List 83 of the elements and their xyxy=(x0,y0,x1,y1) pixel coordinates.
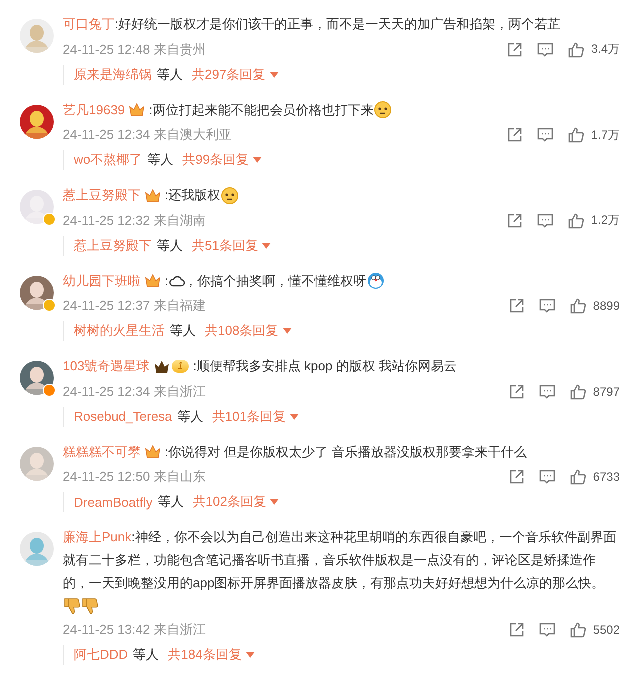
reply-others-text: 等人 xyxy=(157,236,183,255)
caret-icon xyxy=(253,157,262,164)
thumbs-up-icon[interactable] xyxy=(570,384,588,400)
user-name[interactable]: 103號奇遇星球 xyxy=(63,358,150,374)
share-icon[interactable] xyxy=(507,42,524,58)
reply-others-text: 等人 xyxy=(170,322,196,340)
crown-badge-icon xyxy=(129,103,146,118)
reply-count-link[interactable]: 共297条回复 xyxy=(192,66,279,84)
caret-icon xyxy=(262,242,272,249)
caret-icon xyxy=(246,652,255,658)
crown-badge-icon xyxy=(145,274,161,288)
user-name[interactable]: 廉海上Punk xyxy=(63,530,132,545)
user-name[interactable]: 艺凡19639 xyxy=(63,102,126,118)
user-name[interactable]: 可口兔丁 xyxy=(63,16,115,32)
comment-text: 廉海上Punk:神经，你不会以为自己创造出来这种花里胡哨的东西很自豪吧，一个音乐软件副界面就有二十多栏，功能包含笔记播客听书直播，音乐软件版权是一点没有的，评论区是矫揉造作的，一天到晚整没用的app图标开屏界面播放器皮肤，有那点功夫好好想想为什么凉的那么快。 xyxy=(63,526,620,616)
comment-text: 可口兔丁:好好统一版权才是你们该干的正事，而不是一天天的加广告和掐架，两个若芷 xyxy=(63,16,562,34)
thumbs-up-icon[interactable] xyxy=(570,622,588,638)
comment-time: 24-11-25 12:37 来自福建 xyxy=(63,297,207,316)
like-count: 1.2万 xyxy=(591,212,620,230)
comment-text: 幼儿园下班啦 : ，你搞个抽奖啊，懂不懂维权呀 xyxy=(63,270,620,292)
reply-user-name[interactable]: 惹上豆努殿下 xyxy=(74,236,152,255)
reply-user-name[interactable]: 阿七DDD xyxy=(74,646,128,664)
user-name[interactable]: 惹上豆努殿下 xyxy=(63,188,141,203)
comment-time: 24-11-25 12:32 来自湖南 xyxy=(63,212,207,230)
reply-count-link[interactable]: 共101条回复 xyxy=(212,408,299,426)
comment-text: 糕糕糕不可攀 :你说得对 但是你版权太少了 音乐播放器没版权那要拿来干什么 xyxy=(63,443,528,462)
level-badge: 1 xyxy=(172,360,190,374)
share-icon[interactable] xyxy=(509,622,526,638)
thumbs-up-icon[interactable] xyxy=(568,127,586,144)
comment-time: 24-11-25 12:34 来自澳大利亚 xyxy=(63,126,233,144)
like-count: 8797 xyxy=(593,384,620,399)
comment-icon[interactable] xyxy=(539,298,556,314)
user-name[interactable]: 糕糕糕不可攀 xyxy=(63,444,141,460)
reply-others-text: 等人 xyxy=(157,66,183,84)
comment-time: 24-11-25 12:50 来自山东 xyxy=(63,468,207,486)
share-icon[interactable] xyxy=(507,212,524,229)
comment-icon[interactable] xyxy=(539,622,556,638)
comment-time: 24-11-25 12:48 来自贵州 xyxy=(63,40,207,59)
like-count: 8899 xyxy=(593,299,620,314)
comment-time: 24-11-25 13:42 来自浙江 xyxy=(63,621,207,640)
crown-badge-icon xyxy=(145,445,161,460)
caret-icon xyxy=(270,499,280,506)
reply-others-text: 等人 xyxy=(133,646,160,664)
reply-others-text: 等人 xyxy=(158,493,184,512)
like-count: 5502 xyxy=(593,623,620,638)
crown-badge-icon xyxy=(154,360,170,374)
caret-icon xyxy=(290,414,299,420)
reply-others-text: 等人 xyxy=(177,408,204,426)
caret-icon xyxy=(270,72,279,78)
comment-text: 惹上豆努殿下 :还我版权 xyxy=(63,184,620,207)
share-icon[interactable] xyxy=(509,298,526,314)
comment-time: 24-11-25 12:34 来自浙江 xyxy=(63,382,207,401)
reply-count-link[interactable]: 共99条回复 xyxy=(182,151,262,170)
caret-icon xyxy=(282,328,292,334)
share-icon[interactable] xyxy=(509,469,526,486)
like-count: 1.7万 xyxy=(591,126,620,144)
like-count: 3.4万 xyxy=(591,41,620,58)
share-icon[interactable] xyxy=(507,127,524,144)
thumbs-up-icon[interactable] xyxy=(570,469,588,486)
reply-count-link[interactable]: 共184条回复 xyxy=(168,646,255,664)
reply-user-name[interactable]: 原来是海绵锅 xyxy=(74,66,152,84)
like-count: 6733 xyxy=(593,470,620,484)
reply-user-name[interactable]: DreamBoatfly xyxy=(74,494,153,510)
thumbs-up-icon[interactable] xyxy=(568,42,586,58)
share-icon[interactable] xyxy=(509,384,526,400)
crown-badge-icon xyxy=(145,188,161,203)
reply-user-name[interactable]: 树树的火星生活 xyxy=(74,322,165,340)
comment-text: 103號奇遇星球 1 :顺便帮我多安排点 kpop 的版权 我站你网易云 xyxy=(63,358,458,376)
comment-icon[interactable] xyxy=(537,127,554,144)
reply-user-name[interactable]: wo不熬椰了 xyxy=(74,151,143,170)
user-name[interactable]: 幼儿园下班啦 xyxy=(63,273,141,288)
comment-text: 艺凡19639 :两位打起来能不能把会员价格也打下来 xyxy=(63,98,620,122)
reply-count-link[interactable]: 共102条回复 xyxy=(192,493,280,512)
thumbs-up-icon[interactable] xyxy=(568,212,586,229)
reply-count-link[interactable]: 共51条回复 xyxy=(192,236,272,255)
comment-icon[interactable] xyxy=(539,384,556,400)
thumbs-up-icon[interactable] xyxy=(570,298,588,314)
comment-icon[interactable] xyxy=(539,469,556,486)
comment-icon[interactable] xyxy=(537,212,554,229)
reply-user-name[interactable]: Rosebud_Teresa xyxy=(74,409,172,424)
comment-icon[interactable] xyxy=(537,42,554,58)
reply-others-text: 等人 xyxy=(148,151,174,170)
reply-count-link[interactable]: 共108条回复 xyxy=(205,322,292,340)
